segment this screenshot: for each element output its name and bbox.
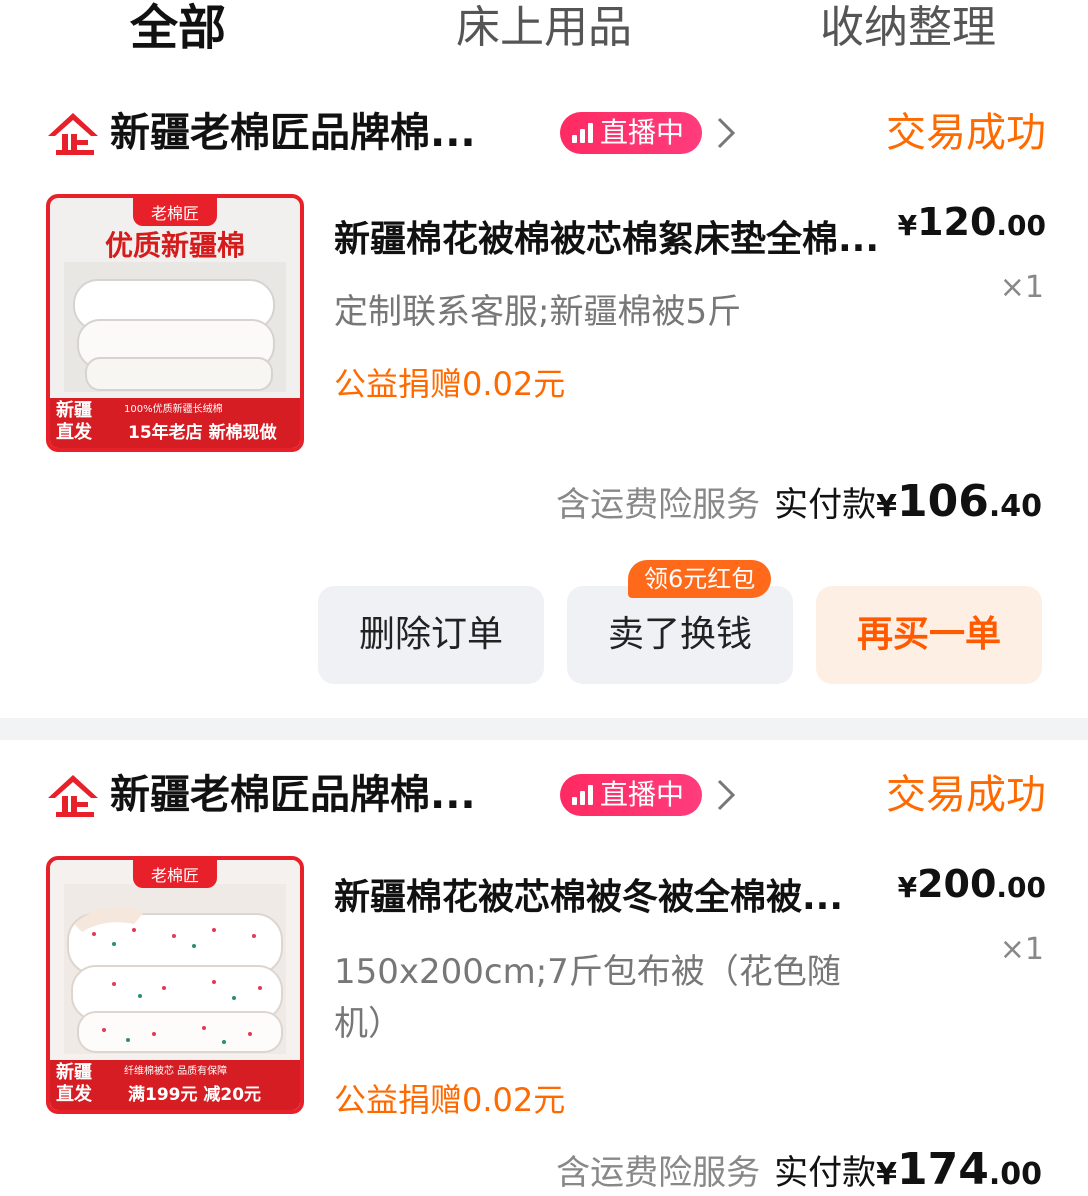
live-bars-icon xyxy=(572,785,594,805)
product-quantity: ×1 xyxy=(999,270,1044,305)
image-promo: 15年老店 新棉现做 xyxy=(128,423,277,443)
shipping-insurance-label: 含运费险服务 xyxy=(556,485,761,525)
order-list-page: 全部 床上用品 收纳整理 新疆老棉匠品牌棉... 直播中 交易成功 老棉匠 优质… xyxy=(0,0,1088,1196)
red-packet-badge[interactable]: 领6元红包 xyxy=(628,560,772,598)
image-small-text: 纤维棉被芯 品质有保障 xyxy=(124,1066,228,1077)
tab-all[interactable]: 全部 xyxy=(130,0,226,56)
image-promo-bar: 新疆直发 纤维棉被芯 品质有保障 满199元 减20元 xyxy=(50,1060,300,1110)
tab-storage[interactable]: 收纳整理 xyxy=(820,0,996,56)
order-total: 含运费险服务 实付款¥174.00 xyxy=(556,1144,1042,1196)
order-status: 交易成功 xyxy=(886,772,1046,818)
live-label: 直播中 xyxy=(600,778,685,811)
delete-order-button[interactable]: 删除订单 xyxy=(318,586,544,684)
paid-label: 实付款 xyxy=(774,485,877,525)
live-label: 直播中 xyxy=(600,116,685,149)
order-card: 新疆老棉匠品牌棉... 直播中 交易成功 老棉匠 优质新疆棉 新疆直发 100%… xyxy=(0,78,1088,718)
chevron-right-icon[interactable] xyxy=(714,116,738,150)
product-price: ¥120.00 xyxy=(897,200,1046,244)
shipping-insurance-label: 含运费险服务 xyxy=(556,1153,761,1193)
category-tabs: 全部 床上用品 收纳整理 xyxy=(0,0,1088,60)
product-image[interactable]: 老棉匠 优质新疆棉 新疆直发 100%优质新疆长绒棉 15年老店 新棉现做 xyxy=(46,194,304,452)
product-spec: 150x200cm;7斤包布被（花色随机） xyxy=(334,952,841,1044)
image-promo: 满199元 减20元 xyxy=(128,1085,262,1105)
paid-label: 实付款 xyxy=(774,1153,877,1193)
chevron-right-icon[interactable] xyxy=(714,778,738,812)
product-quantity: ×1 xyxy=(999,932,1044,967)
shop-header[interactable]: 新疆老棉匠品牌棉... 直播中 交易成功 xyxy=(46,106,1046,162)
order-status: 交易成功 xyxy=(886,110,1046,156)
product-spec: 定制联系客服;新疆棉被5斤 xyxy=(334,292,742,332)
live-badge[interactable]: 直播中 xyxy=(560,112,702,154)
donation-text: 公益捐赠0.02元 xyxy=(334,365,566,403)
image-origin: 新疆直发 xyxy=(56,400,92,443)
enterprise-shop-icon xyxy=(48,775,98,817)
dotted-quilt-product-image xyxy=(64,884,286,1054)
image-origin: 新疆直发 xyxy=(56,1062,92,1105)
shop-header[interactable]: 新疆老棉匠品牌棉... 直播中 交易成功 xyxy=(46,768,1046,824)
image-brand-label: 老棉匠 xyxy=(132,860,218,888)
paid-amount: ¥106.40 xyxy=(876,476,1042,527)
order-separator xyxy=(0,718,1088,740)
shop-name[interactable]: 新疆老棉匠品牌棉... xyxy=(110,106,550,160)
image-small-text: 100%优质新疆长绒棉 xyxy=(124,404,223,415)
buy-again-button[interactable]: 再买一单 xyxy=(816,586,1042,684)
product-image[interactable]: 老棉匠 新疆直发 纤维棉被芯 品质有保障 满199元 减20元 xyxy=(46,856,304,1114)
product-title[interactable]: 新疆棉花被芯棉被冬被全棉被... xyxy=(334,874,868,922)
cotton-quilt-product-image xyxy=(64,262,286,392)
enterprise-shop-icon xyxy=(48,113,98,155)
image-promo-bar: 新疆直发 100%优质新疆长绒棉 15年老店 新棉现做 xyxy=(50,398,300,448)
live-badge[interactable]: 直播中 xyxy=(560,774,702,816)
image-headline: 优质新疆棉 xyxy=(104,229,245,262)
paid-amount: ¥174.00 xyxy=(876,1144,1042,1195)
order-card: 新疆老棉匠品牌棉... 直播中 交易成功 老棉匠 新疆直发 纤维棉被芯 品质有保… xyxy=(0,740,1088,1196)
order-total: 含运费险服务 实付款¥106.40 xyxy=(556,476,1042,533)
sell-button[interactable]: 卖了换钱 xyxy=(567,586,793,684)
tab-bedding[interactable]: 床上用品 xyxy=(456,0,632,56)
live-bars-icon xyxy=(572,123,594,143)
donation-text: 公益捐赠0.02元 xyxy=(334,1081,566,1119)
shop-name[interactable]: 新疆老棉匠品牌棉... xyxy=(110,768,550,822)
product-title[interactable]: 新疆棉花被棉被芯棉絮床垫全棉... xyxy=(334,216,908,264)
product-price: ¥200.00 xyxy=(897,862,1046,906)
image-brand-label: 老棉匠 xyxy=(132,198,218,226)
